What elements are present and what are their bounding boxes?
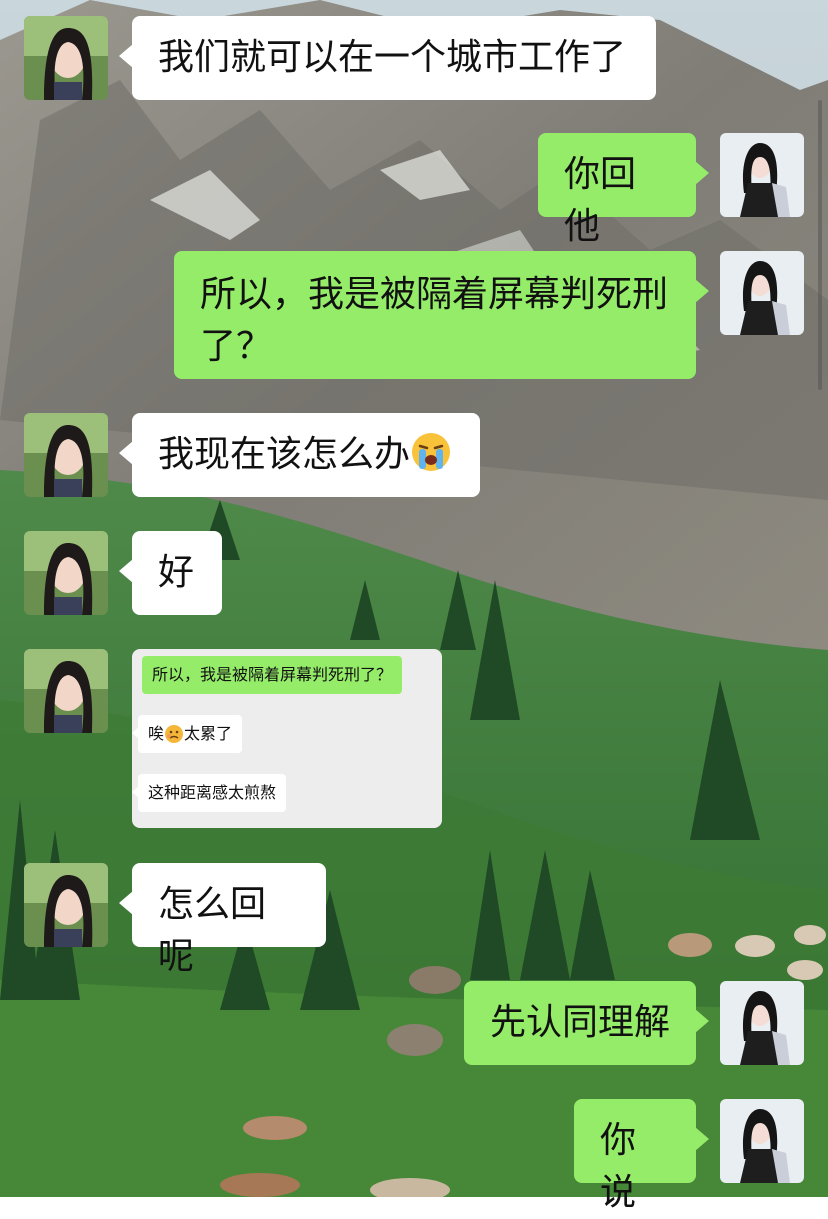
my-avatar[interactable] xyxy=(720,1099,804,1183)
message-text: 好 xyxy=(158,552,195,593)
sad-face-icon xyxy=(164,724,184,744)
quoted-text: 唉 xyxy=(148,724,165,743)
message-text: 我们就可以在一个城市工作了 xyxy=(158,37,627,78)
message-bubble-received[interactable]: 怎么回呢 xyxy=(119,863,326,977)
message-bubble-sent[interactable]: 你回他 xyxy=(538,133,709,247)
message-bubble-received[interactable]: 我现在该怎么办 xyxy=(119,413,480,497)
quoted-sent-message: 所以，我是被隔着屏幕判死刑了？ xyxy=(142,656,403,694)
contact-avatar[interactable] xyxy=(24,16,108,100)
crying-face-icon xyxy=(410,431,452,473)
message-text: 我现在该怎么办 xyxy=(158,434,411,475)
contact-avatar[interactable] xyxy=(24,863,108,947)
message-bubble-sent[interactable]: 你说 xyxy=(574,1099,709,1213)
quoted-received-message: 这种距离感太煎熬 xyxy=(131,774,287,812)
my-avatar[interactable] xyxy=(720,133,804,217)
chat-screenshot-image[interactable]: 所以，我是被隔着屏幕判死刑了？ 唉 太累了 这种距离感太煎熬 xyxy=(131,649,442,828)
message-text: 先认同理解 xyxy=(490,1002,671,1043)
message-bubble-received[interactable]: 我们就可以在一个城市工作了 xyxy=(119,16,656,100)
contact-avatar[interactable] xyxy=(24,413,108,497)
my-avatar[interactable] xyxy=(720,981,804,1065)
quoted-received-message: 唉 太累了 xyxy=(131,715,243,753)
message-bubble-sent[interactable]: 先认同理解 xyxy=(464,981,709,1065)
quoted-text: 所以，我是被隔着屏幕判死刑了？ xyxy=(152,665,393,684)
message-text: 你说 xyxy=(600,1120,637,1213)
message-bubble-sent[interactable]: 所以，我是被隔着屏幕判死刑了？ xyxy=(174,251,709,379)
quoted-text: 这种距离感太煎熬 xyxy=(148,783,277,802)
message-bubble-received[interactable]: 好 xyxy=(119,531,222,615)
message-text: 所以，我是被隔着屏幕判死刑了？ xyxy=(200,274,669,367)
my-avatar[interactable] xyxy=(720,251,804,335)
contact-avatar[interactable] xyxy=(24,531,108,615)
contact-avatar[interactable] xyxy=(24,649,108,733)
quoted-text: 太累了 xyxy=(184,724,233,743)
